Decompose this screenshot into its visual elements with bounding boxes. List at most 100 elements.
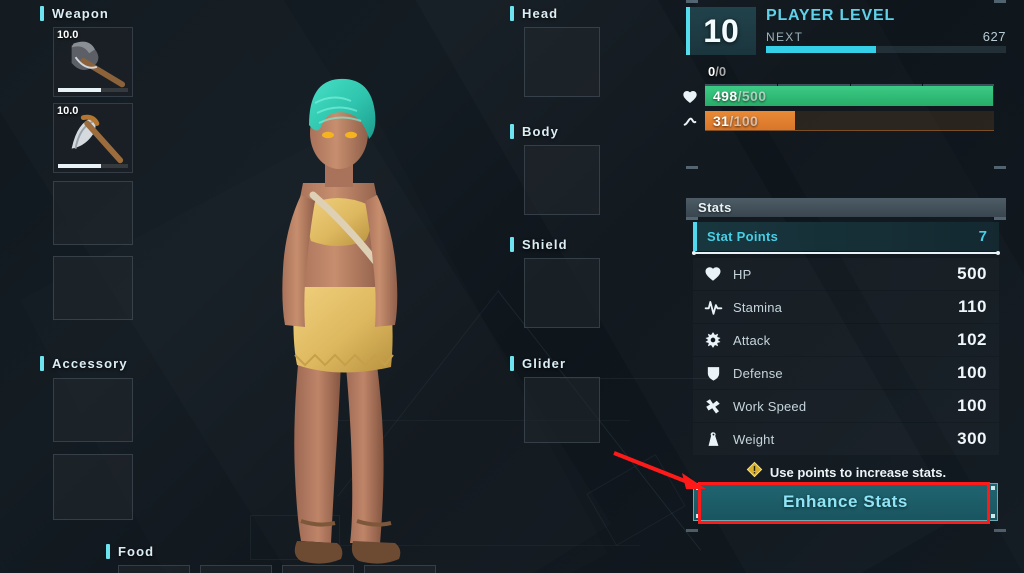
- warning-icon: [746, 461, 763, 483]
- equipment-slot-food-1[interactable]: [118, 565, 190, 573]
- equipment-slot-food-2[interactable]: [200, 565, 272, 573]
- equipment-slot-accessory-1[interactable]: [53, 378, 133, 442]
- equipment-slot-food-4[interactable]: [364, 565, 436, 573]
- hp-bar-text: 498/500: [713, 88, 766, 104]
- stat-points-value: 7: [978, 228, 987, 245]
- group-label-weapon: Weapon: [40, 6, 109, 21]
- stat-value: 102: [957, 330, 987, 349]
- stamina-max: 100: [733, 112, 759, 129]
- next-xp-value: 627: [982, 29, 1006, 44]
- heart-icon: [682, 89, 698, 105]
- level-info: PLAYER LEVEL NEXT 627: [766, 7, 1006, 53]
- bg-blueprint-rect: [586, 454, 686, 546]
- stat-value: 110: [958, 297, 987, 316]
- stat-row-attack[interactable]: Attack 102: [693, 324, 999, 356]
- enhance-stats-label: Enhance Stats: [783, 492, 908, 511]
- equipment-slot-glider-1[interactable]: [524, 377, 600, 443]
- equipment-slot-weapon-2[interactable]: 10.0: [53, 103, 133, 173]
- slot-durability-track: [58, 88, 128, 92]
- stat-row-hp[interactable]: HP 500: [693, 258, 999, 290]
- stat-value: 300: [957, 429, 987, 448]
- group-label-shield: Shield: [510, 237, 568, 252]
- hud-bottom-ticks: [686, 529, 1006, 533]
- stat-row-defense[interactable]: Defense 100: [693, 357, 999, 389]
- group-accent-tick: [510, 356, 514, 371]
- game-character-screen: Weapon 10.0 10.0 Accessory Food Head Body Shi…: [0, 0, 1024, 573]
- stat-label: Attack: [733, 332, 771, 348]
- group-accent-tick: [40, 356, 44, 371]
- group-label-text: Shield: [522, 237, 568, 252]
- stat-value: 100: [957, 363, 987, 382]
- equipment-slot-weapon-4[interactable]: [53, 256, 133, 320]
- group-accent-tick: [510, 237, 514, 252]
- stat-points-label: Stat Points: [707, 229, 779, 244]
- character-model: [205, 55, 465, 573]
- group-label-body: Body: [510, 124, 559, 139]
- player-level-block: 10 PLAYER LEVEL NEXT 627: [686, 7, 1006, 55]
- pulse-icon: [703, 297, 723, 317]
- next-level-row: NEXT 627: [766, 29, 1006, 44]
- slot-item-level: 10.0: [57, 29, 79, 41]
- slot-durability-track: [58, 164, 128, 168]
- slot-durability-fill: [58, 164, 102, 168]
- group-accent-tick: [106, 544, 110, 559]
- group-label-text: Accessory: [52, 356, 128, 371]
- stat-label: Defense: [733, 365, 783, 381]
- group-label-head: Head: [510, 6, 558, 21]
- stamina-bar-text: 31/100: [713, 113, 758, 129]
- slot-durability-fill: [58, 88, 102, 92]
- tier-bar-row: 0/0: [686, 64, 1006, 87]
- slot-item-level: 10.0: [57, 105, 79, 117]
- heart-icon: [703, 264, 723, 284]
- group-label-food: Food: [106, 544, 154, 559]
- xp-progress-fill: [766, 46, 877, 53]
- stat-hint-row: Use points to increase stats.: [686, 461, 1006, 483]
- shield-icon: [703, 363, 723, 383]
- stats-panel: Stats Stat Points 7 HP 500 Stamina 110 Attac…: [686, 198, 1006, 456]
- level-accent-bar: [686, 7, 690, 55]
- attack-icon: [703, 330, 723, 350]
- stat-points-underline: [692, 251, 1000, 255]
- equipment-slot-accessory-2[interactable]: [53, 454, 133, 520]
- stat-row-work-speed[interactable]: Work Speed 100: [693, 390, 999, 422]
- xp-progress-track: [766, 46, 1006, 53]
- resource-bars: 0/0 498/500 31/100: [683, 64, 1006, 136]
- hp-current: 498: [713, 88, 738, 104]
- hp-max: 500: [741, 88, 767, 104]
- next-label: NEXT: [766, 30, 804, 44]
- equipment-slot-food-3[interactable]: [282, 565, 354, 573]
- group-label-accessory: Accessory: [40, 356, 128, 371]
- equipment-slot-weapon-1[interactable]: 10.0: [53, 27, 133, 97]
- stamina-icon: [682, 114, 698, 130]
- equipment-slot-head-1[interactable]: [524, 27, 600, 97]
- stats-body: Stat Points 7 HP 500 Stamina 110 Attack 102 De…: [686, 217, 1006, 455]
- stats-panel-header: Stats: [686, 198, 1006, 217]
- stat-points-row[interactable]: Stat Points 7: [693, 222, 999, 251]
- group-accent-tick: [40, 6, 44, 21]
- hp-bar-row: 498/500: [683, 86, 1006, 108]
- tier-max: 0: [718, 64, 727, 79]
- stat-row-stamina[interactable]: Stamina 110: [693, 291, 999, 323]
- stat-rows: HP 500 Stamina 110 Attack 102 Defense 100 Work S…: [686, 258, 1006, 455]
- equipment-slot-body-1[interactable]: [524, 145, 600, 215]
- stat-label: Work Speed: [733, 398, 807, 414]
- group-label-text: Head: [522, 6, 559, 21]
- weight-icon: [703, 429, 723, 449]
- enhance-stats-button[interactable]: Enhance Stats: [693, 483, 998, 521]
- hud-mid-ticks: [686, 166, 1006, 170]
- tier-bar-text: 0/0: [708, 64, 726, 79]
- hammer-icon: [703, 396, 723, 416]
- equipment-slot-weapon-3[interactable]: [53, 181, 133, 245]
- stat-row-weight[interactable]: Weight 300: [693, 423, 999, 455]
- level-number: 10: [703, 12, 739, 49]
- group-label-text: Glider: [522, 356, 567, 371]
- enhance-stats-wrap: Enhance Stats: [693, 483, 998, 521]
- level-badge: 10: [686, 7, 756, 55]
- group-accent-tick: [510, 124, 514, 139]
- equipment-slot-shield-1[interactable]: [524, 258, 600, 328]
- player-level-title: PLAYER LEVEL: [766, 7, 896, 24]
- group-accent-tick: [510, 6, 514, 21]
- hud-top-ticks: [686, 0, 1006, 4]
- stat-label: HP: [733, 266, 752, 282]
- stamina-current: 31: [713, 112, 730, 129]
